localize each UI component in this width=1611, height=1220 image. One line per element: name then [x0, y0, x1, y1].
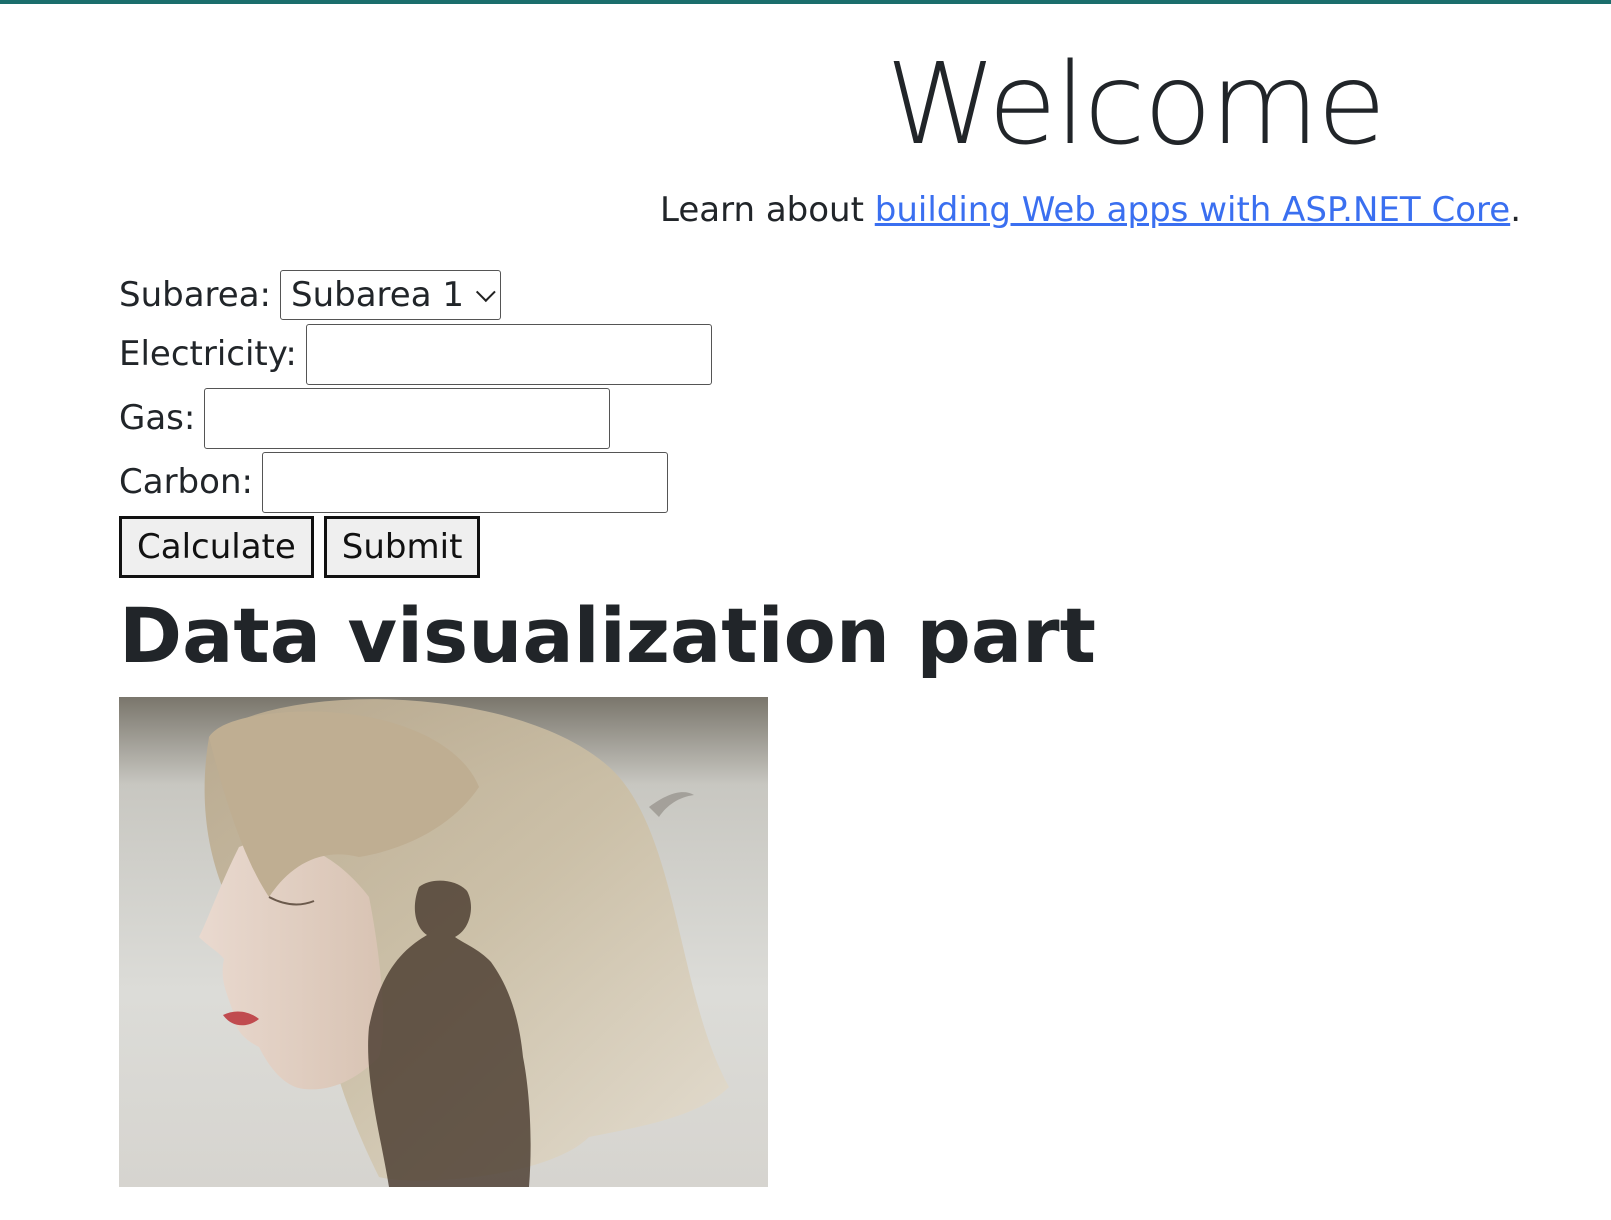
subarea-row: Subarea: Subarea 1	[119, 268, 712, 322]
learn-prefix: Learn about	[660, 190, 875, 230]
learn-suffix: .	[1510, 190, 1521, 230]
page-title: Welcome	[885, 40, 1386, 170]
gas-row: Gas:	[119, 386, 712, 450]
learn-about-text: Learn about building Web apps with ASP.N…	[660, 188, 1521, 232]
electricity-label: Electricity:	[119, 334, 297, 374]
top-accent-bar	[0, 0, 1611, 4]
gas-label: Gas:	[119, 398, 196, 438]
calculate-button[interactable]: Calculate	[119, 516, 314, 578]
energy-form: Subarea: Subarea 1 Electricity: Gas: Car…	[119, 268, 712, 580]
electricity-input[interactable]	[305, 323, 712, 385]
carbon-label: Carbon:	[119, 462, 253, 502]
subarea-select[interactable]: Subarea 1	[280, 270, 501, 320]
submit-button[interactable]: Submit	[323, 516, 481, 578]
visualization-image	[119, 697, 768, 1187]
data-visualization-heading: Data visualization part	[119, 591, 1096, 680]
aspnet-core-link[interactable]: building Web apps with ASP.NET Core	[875, 190, 1510, 230]
electricity-row: Electricity:	[119, 322, 712, 386]
form-buttons: Calculate Submit	[119, 514, 712, 580]
subarea-selected-value: Subarea 1	[291, 275, 464, 315]
gas-input[interactable]	[204, 387, 611, 449]
carbon-row: Carbon:	[119, 450, 712, 514]
subarea-label: Subarea:	[119, 275, 271, 315]
chevron-down-icon	[475, 282, 496, 303]
portrait-illustration	[199, 699, 730, 1187]
carbon-input[interactable]	[261, 451, 668, 513]
